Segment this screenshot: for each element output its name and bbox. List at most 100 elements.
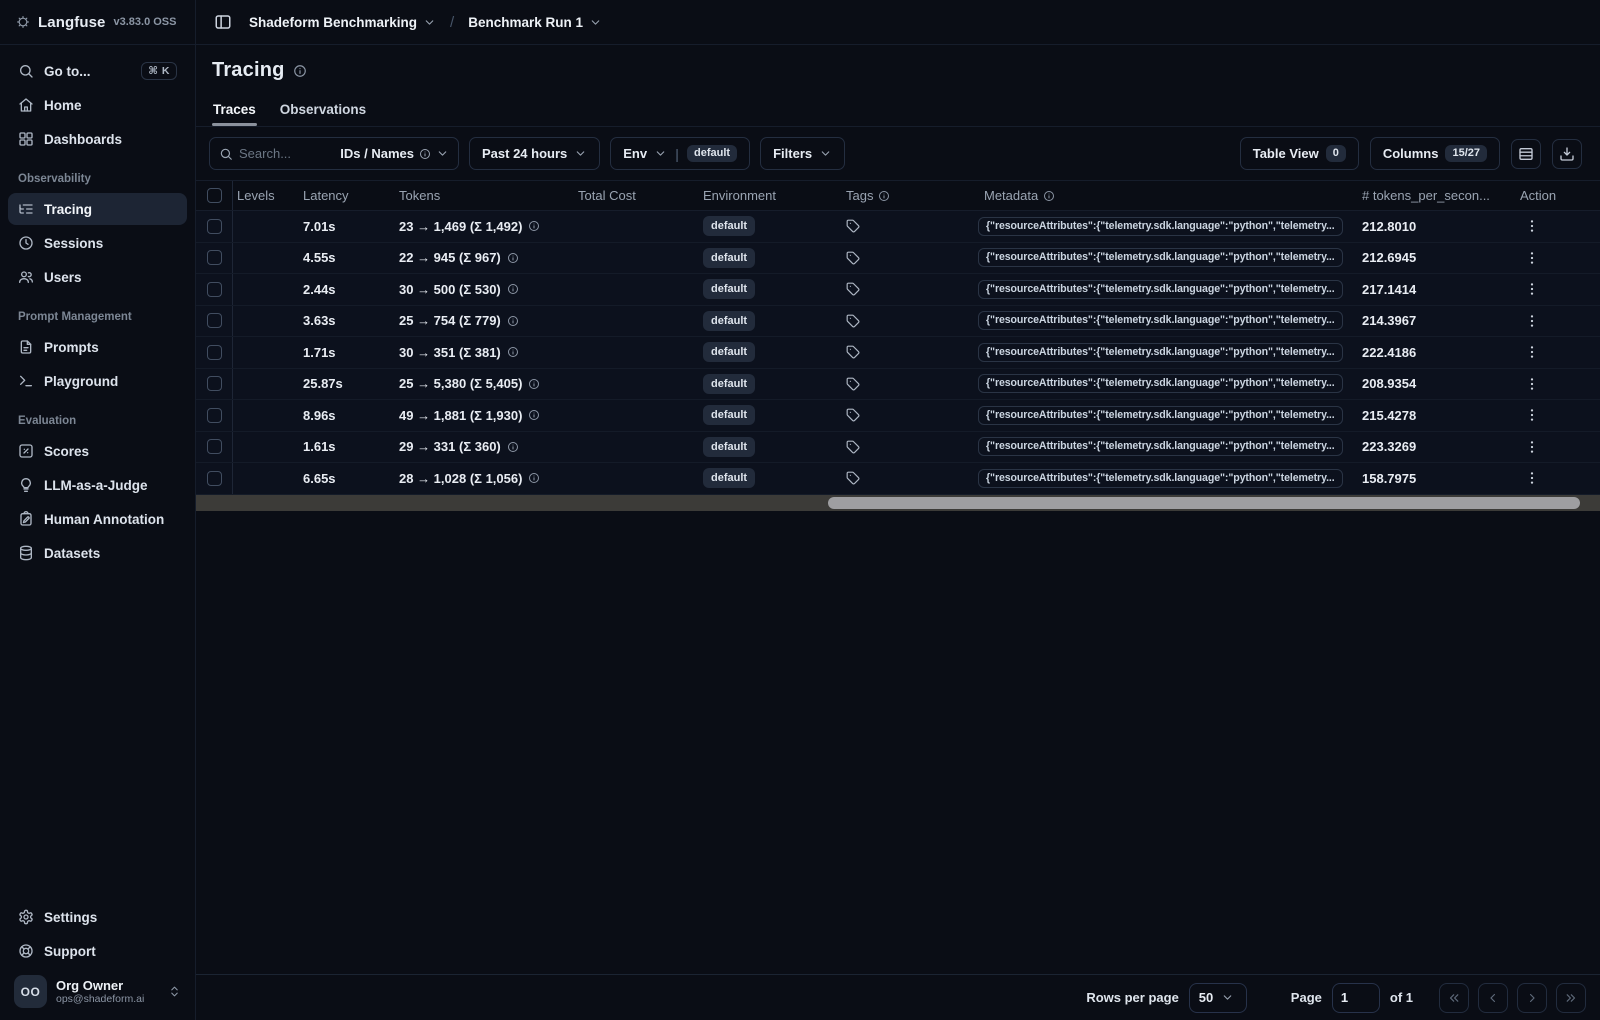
tab-traces[interactable]: Traces: [212, 94, 257, 126]
goto-search[interactable]: Go to... ⌘ K: [8, 55, 187, 87]
sidebar-item-scores[interactable]: Scores: [8, 435, 187, 467]
row-checkbox[interactable]: [206, 439, 222, 455]
time-range-select[interactable]: Past 24 hours: [469, 137, 601, 170]
tag-icon[interactable]: [846, 440, 860, 454]
column-header-tokens-per-second[interactable]: # tokens_per_secon...: [1358, 188, 1514, 203]
columns-button[interactable]: Columns 15/27: [1369, 137, 1500, 170]
table-row[interactable]: 25.87s 25 → 5,380 (Σ 5,405) default {"re…: [196, 368, 1600, 400]
metadata-pill[interactable]: {"resourceAttributes":{"telemetry.sdk.la…: [978, 342, 1343, 362]
table-row[interactable]: 2.44s 30 → 500 (Σ 530) default {"resourc…: [196, 274, 1600, 306]
scrollbar-thumb[interactable]: [828, 496, 1580, 509]
sidebar-item-settings[interactable]: Settings: [8, 901, 187, 933]
metadata-pill[interactable]: {"resourceAttributes":{"telemetry.sdk.la…: [978, 216, 1343, 236]
info-icon[interactable]: [507, 441, 519, 453]
kebab-menu-icon[interactable]: [1524, 281, 1540, 297]
column-header-total-cost[interactable]: Total Cost: [574, 188, 699, 203]
metadata-pill[interactable]: {"resourceAttributes":{"telemetry.sdk.la…: [978, 248, 1343, 268]
table-row[interactable]: 4.55s 22 → 945 (Σ 967) default {"resourc…: [196, 242, 1600, 274]
search-box[interactable]: IDs / Names: [209, 137, 459, 170]
rows-per-page-select[interactable]: 50: [1188, 982, 1247, 1013]
filters-button[interactable]: Filters: [760, 137, 846, 170]
metadata-pill[interactable]: {"resourceAttributes":{"telemetry.sdk.la…: [978, 468, 1343, 488]
table-row[interactable]: 8.96s 49 → 1,881 (Σ 1,930) default {"res…: [196, 400, 1600, 432]
sidebar-item-support[interactable]: Support: [8, 935, 187, 967]
info-icon[interactable]: [528, 378, 540, 390]
kebab-menu-icon[interactable]: [1524, 470, 1540, 486]
metadata-pill[interactable]: {"resourceAttributes":{"telemetry.sdk.la…: [978, 311, 1343, 331]
sidebar-item-playground[interactable]: Playground: [8, 365, 187, 397]
row-checkbox[interactable]: [206, 407, 222, 423]
column-header-levels[interactable]: Levels: [233, 188, 299, 203]
kebab-menu-icon[interactable]: [1524, 439, 1540, 455]
tag-icon[interactable]: [846, 408, 860, 422]
breadcrumb-project[interactable]: Benchmark Run 1: [466, 15, 604, 30]
kebab-menu-icon[interactable]: [1524, 218, 1540, 234]
metadata-pill[interactable]: {"resourceAttributes":{"telemetry.sdk.la…: [978, 279, 1343, 299]
select-all-checkbox[interactable]: [206, 188, 222, 203]
column-header-metadata[interactable]: Metadata: [976, 188, 1358, 203]
kebab-menu-icon[interactable]: [1524, 313, 1540, 329]
table-row[interactable]: 3.63s 25 → 754 (Σ 779) default {"resourc…: [196, 305, 1600, 337]
sidebar-toggle-button[interactable]: [209, 8, 237, 36]
info-icon[interactable]: [507, 346, 519, 358]
sidebar-item-users[interactable]: Users: [8, 261, 187, 293]
tag-icon[interactable]: [846, 471, 860, 485]
sidebar-item-home[interactable]: Home: [8, 89, 187, 121]
sidebar-item-tracing[interactable]: Tracing: [8, 193, 187, 225]
metadata-pill[interactable]: {"resourceAttributes":{"telemetry.sdk.la…: [978, 405, 1343, 425]
sidebar-item-prompts[interactable]: Prompts: [8, 331, 187, 363]
column-header-tokens[interactable]: Tokens: [395, 188, 574, 203]
kebab-menu-icon[interactable]: [1524, 250, 1540, 266]
row-checkbox[interactable]: [206, 313, 222, 329]
sidebar-item-dashboards[interactable]: Dashboards: [8, 123, 187, 155]
info-icon[interactable]: [507, 315, 519, 327]
column-header-tags[interactable]: Tags: [846, 188, 976, 203]
row-height-button[interactable]: [1511, 138, 1541, 169]
info-icon[interactable]: [528, 409, 540, 421]
first-page-button[interactable]: [1439, 982, 1469, 1013]
row-checkbox[interactable]: [206, 218, 222, 234]
sidebar-item-datasets[interactable]: Datasets: [8, 537, 187, 569]
info-icon[interactable]: [507, 283, 519, 295]
column-header-latency[interactable]: Latency: [299, 188, 395, 203]
tag-icon[interactable]: [846, 345, 860, 359]
tag-icon[interactable]: [846, 219, 860, 233]
row-checkbox[interactable]: [206, 470, 222, 486]
info-icon[interactable]: [528, 220, 540, 232]
next-page-button[interactable]: [1517, 982, 1547, 1013]
info-icon[interactable]: [293, 64, 307, 78]
env-filter[interactable]: Env | default: [610, 137, 751, 170]
tag-icon[interactable]: [846, 314, 860, 328]
sidebar-item-sessions[interactable]: Sessions: [8, 227, 187, 259]
metadata-pill[interactable]: {"resourceAttributes":{"telemetry.sdk.la…: [978, 437, 1343, 457]
tag-icon[interactable]: [846, 282, 860, 296]
kebab-menu-icon[interactable]: [1524, 407, 1540, 423]
table-row[interactable]: 1.71s 30 → 351 (Σ 381) default {"resourc…: [196, 337, 1600, 369]
table-row[interactable]: 1.61s 29 → 331 (Σ 360) default {"resourc…: [196, 431, 1600, 463]
row-checkbox[interactable]: [206, 376, 222, 392]
info-icon[interactable]: [507, 252, 519, 264]
tag-icon[interactable]: [846, 251, 860, 265]
tab-observations[interactable]: Observations: [279, 94, 367, 126]
row-checkbox[interactable]: [206, 281, 222, 297]
kebab-menu-icon[interactable]: [1524, 376, 1540, 392]
user-menu[interactable]: OO Org Owner ops@shadeform.ai: [8, 969, 187, 1012]
search-scope-select[interactable]: IDs / Names: [340, 146, 449, 161]
table-view-button[interactable]: Table View 0: [1239, 137, 1359, 170]
sidebar-item-llm-as-a-judge[interactable]: LLM-as-a-Judge: [8, 469, 187, 501]
row-checkbox[interactable]: [206, 344, 222, 360]
kebab-menu-icon[interactable]: [1524, 344, 1540, 360]
export-button[interactable]: [1552, 138, 1582, 169]
search-input[interactable]: [239, 146, 335, 161]
metadata-pill[interactable]: {"resourceAttributes":{"telemetry.sdk.la…: [978, 374, 1343, 394]
table-row[interactable]: 6.65s 28 → 1,028 (Σ 1,056) default {"res…: [196, 463, 1600, 495]
sidebar-item-human-annotation[interactable]: Human Annotation: [8, 503, 187, 535]
info-icon[interactable]: [528, 472, 540, 484]
last-page-button[interactable]: [1556, 982, 1586, 1013]
breadcrumb-org[interactable]: Shadeform Benchmarking: [247, 15, 438, 30]
page-input[interactable]: [1331, 982, 1380, 1013]
column-header-environment[interactable]: Environment: [699, 188, 846, 203]
horizontal-scrollbar[interactable]: [196, 494, 1600, 511]
row-checkbox[interactable]: [206, 250, 222, 266]
tag-icon[interactable]: [846, 377, 860, 391]
